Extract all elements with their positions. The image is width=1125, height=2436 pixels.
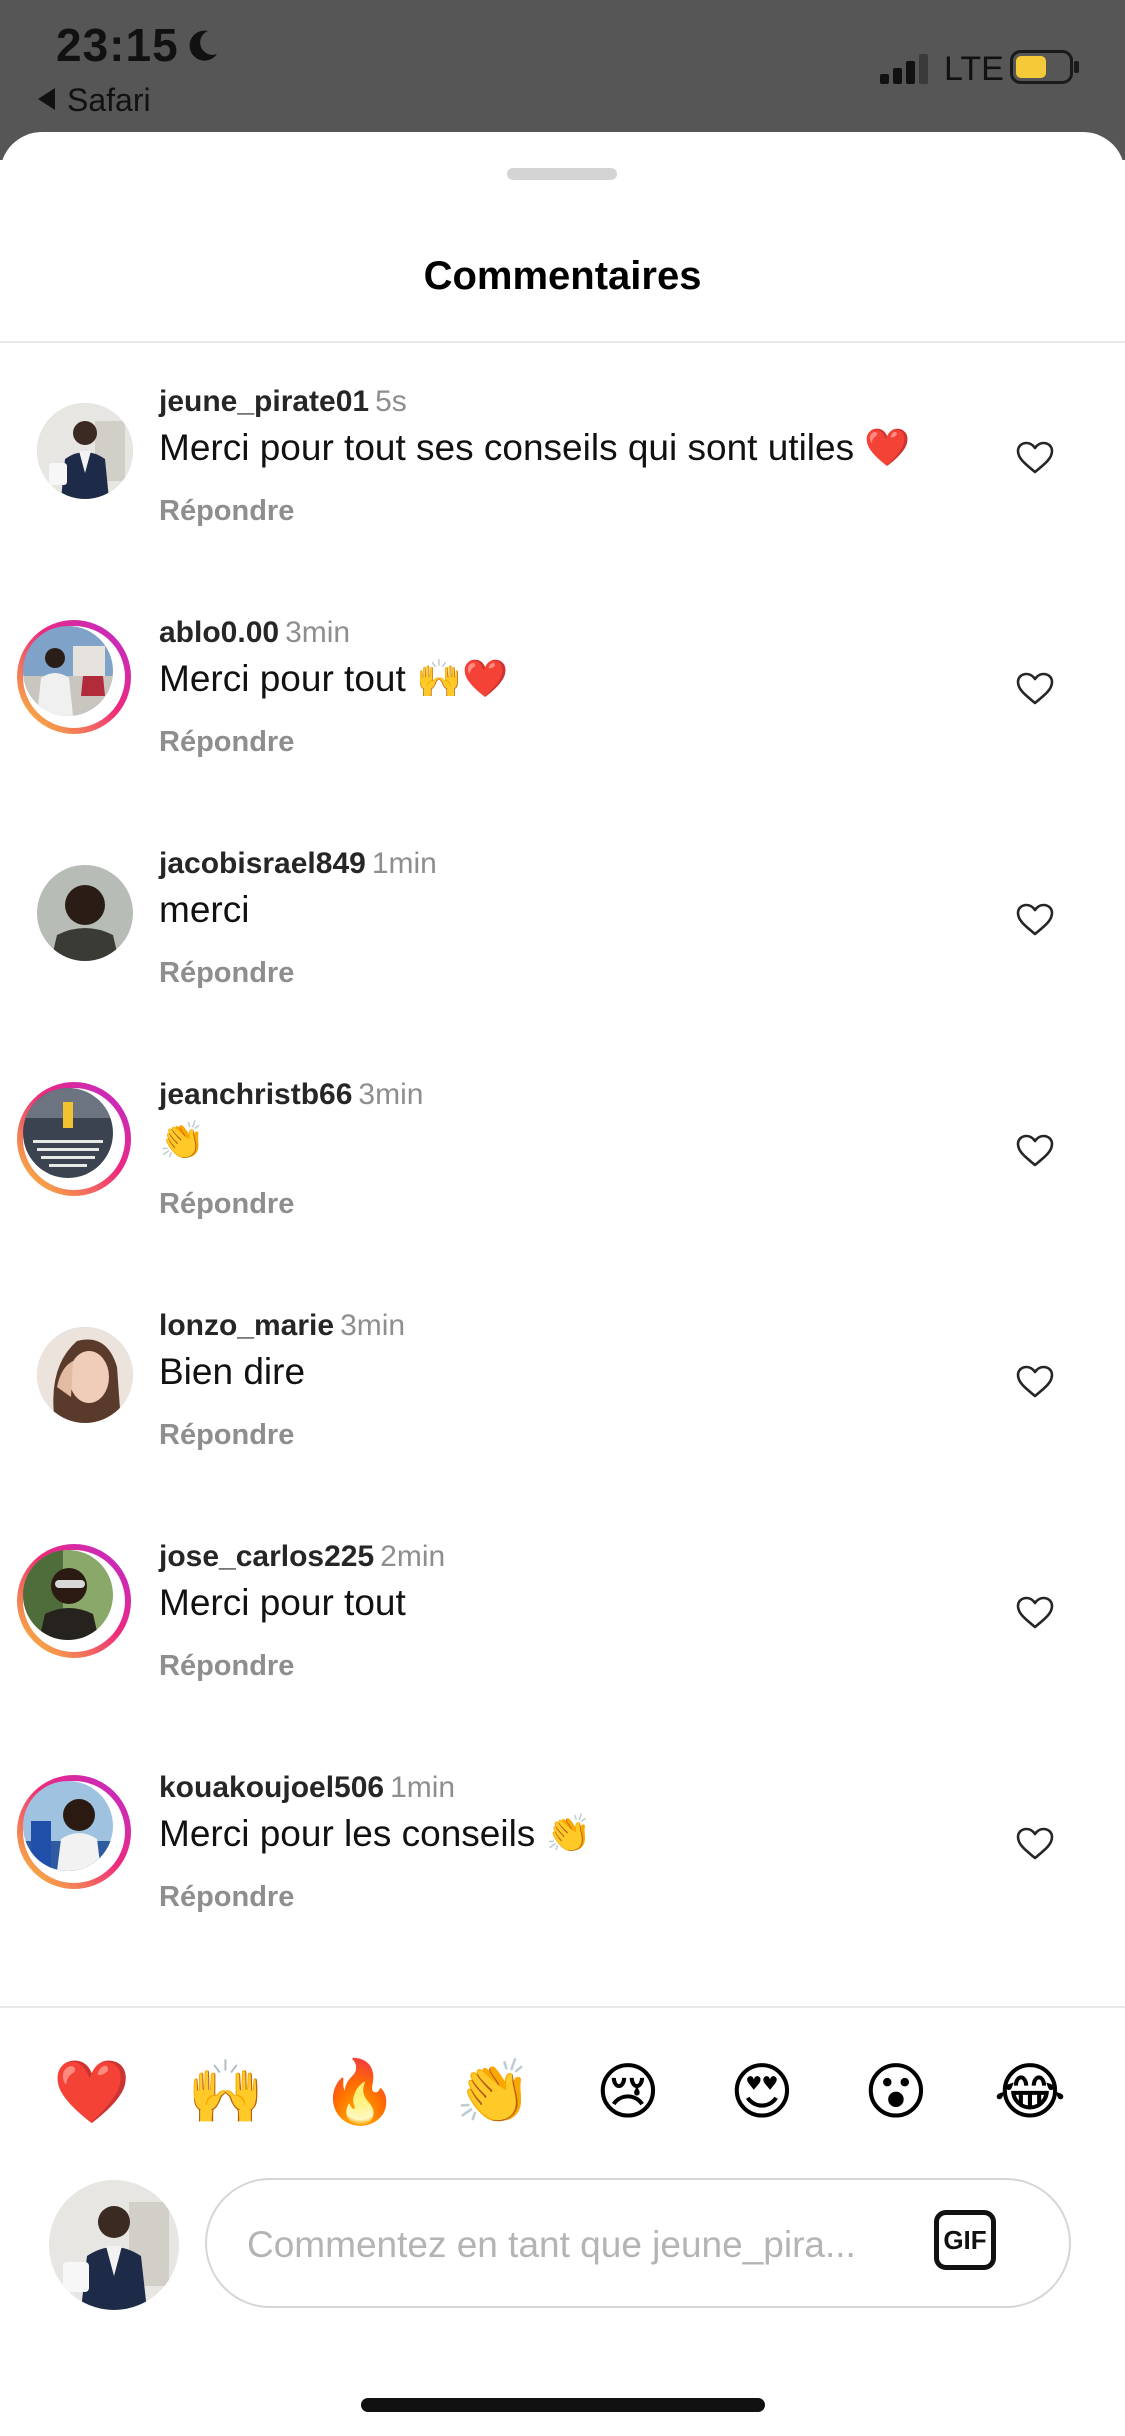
comment-item: jeanchristb66 3min 👏 Répondre (0, 1078, 1125, 1309)
avatar-photo (23, 626, 113, 716)
reply-button[interactable]: Répondre (159, 957, 294, 990)
back-arrow-icon (38, 88, 55, 110)
comment-text: Merci pour tout (159, 1582, 406, 1623)
comment-meta: jeanchristb66 3min (159, 1078, 423, 1112)
comment-meta: jacobisrael849 1min (159, 847, 437, 881)
avatar-photo (37, 865, 133, 961)
comment-username[interactable]: jose_carlos225 (159, 1540, 374, 1573)
moon-icon (189, 30, 217, 61)
comment-meta: ablo0.00 3min (159, 616, 350, 650)
avatar[interactable] (37, 403, 133, 499)
comment-input[interactable] (245, 2214, 929, 2276)
reaction-raised-hands[interactable]: 🙌 (186, 2052, 266, 2132)
signal-icon (880, 54, 928, 84)
avatar-photo (49, 2180, 179, 2310)
battery-icon (1010, 50, 1079, 84)
reaction-surprised[interactable]: 😮 (856, 2052, 936, 2132)
avatar-photo (23, 1781, 113, 1871)
comment-item: jose_carlos225 2min Merci pour tout Répon… (0, 1540, 1125, 1771)
avatar-story-ring[interactable] (17, 1082, 131, 1196)
heart-icon[interactable] (1016, 441, 1054, 475)
sheet-title: Commentaires (423, 254, 702, 298)
comment-username[interactable]: kouakoujoel506 (159, 1771, 384, 1804)
comment-age: 1min (390, 1771, 456, 1804)
back-to-app-button[interactable]: Safari (38, 82, 151, 119)
comment-username[interactable]: ablo0.00 (159, 616, 279, 649)
heart-icon[interactable] (1016, 1827, 1054, 1861)
comment-age: 1min (371, 847, 437, 880)
back-app-label: Safari (67, 82, 151, 118)
reply-button[interactable]: Répondre (159, 495, 294, 528)
comment-meta: jose_carlos225 2min (159, 1540, 445, 1574)
comment-item: lonzo_marie 3min Bien dire Répondre (0, 1309, 1125, 1540)
comment-item: ablo0.00 3min Merci pour tout 🙌❤️ Répondr… (0, 616, 1125, 847)
avatar-story-ring[interactable] (17, 1544, 131, 1658)
home-indicator[interactable] (361, 2398, 765, 2412)
reaction-fire[interactable]: 🔥 (320, 2052, 400, 2132)
reaction-heart[interactable]: ❤️ (52, 2052, 132, 2132)
comment-age: 5s (375, 385, 407, 418)
comment-age: 3min (340, 1309, 406, 1342)
avatar-photo (23, 1088, 113, 1178)
quick-reactions-bar: ❤️ 🙌 🔥 👏 😢 😍 😮 😂 (0, 2052, 1125, 2132)
heart-icon[interactable] (1016, 672, 1054, 706)
comment-age: 3min (358, 1078, 424, 1111)
avatar-photo (37, 403, 133, 499)
avatar-photo (37, 1327, 133, 1423)
comment-username[interactable]: jeune_pirate01 (159, 385, 369, 418)
avatar[interactable] (37, 865, 133, 961)
comment-item: jacobisrael849 1min merci Répondre (0, 847, 1125, 1078)
reply-button[interactable]: Répondre (159, 726, 294, 759)
avatar-story-ring[interactable] (17, 620, 131, 734)
comment-meta: kouakoujoel506 1min (159, 1771, 455, 1805)
comment-meta: lonzo_marie 3min (159, 1309, 405, 1343)
comment-text: Merci pour tout 🙌❤️ (159, 658, 509, 699)
composer-divider (0, 2006, 1125, 2008)
current-user-avatar (49, 2180, 179, 2310)
comment-username[interactable]: jeanchristb66 (159, 1078, 352, 1111)
status-time: 23:15 (56, 19, 179, 71)
reply-button[interactable]: Répondre (159, 1419, 294, 1452)
heart-icon[interactable] (1016, 903, 1054, 937)
comment-text: Merci pour les conseils 👏 (159, 1813, 592, 1854)
comment-item: kouakoujoel506 1min Merci pour les consei… (0, 1771, 1125, 2002)
avatar-photo (23, 1550, 113, 1640)
network-type: LTE (944, 50, 1004, 88)
avatar-story-ring[interactable] (17, 1775, 131, 1889)
comment-text: 👏 (159, 1120, 206, 1161)
comment-text: Bien dire (159, 1351, 306, 1392)
heart-icon[interactable] (1016, 1134, 1054, 1168)
reply-button[interactable]: Répondre (159, 1881, 294, 1914)
reply-button[interactable]: Répondre (159, 1188, 294, 1221)
comment-item: jeune_pirate01 5s Merci pour tout ses con… (0, 385, 1125, 616)
heart-icon[interactable] (1016, 1365, 1054, 1399)
reaction-crying[interactable]: 😢 (588, 2052, 668, 2132)
header-divider (0, 341, 1125, 343)
comment-username[interactable]: jacobisrael849 (159, 847, 366, 880)
comment-text: Merci pour tout ses conseils qui sont ut… (159, 427, 911, 468)
reaction-heart-eyes[interactable]: 😍 (722, 2052, 802, 2132)
gif-button[interactable]: GIF (934, 2210, 996, 2270)
sheet-grabber[interactable] (507, 168, 617, 180)
comment-meta: jeune_pirate01 5s (159, 385, 407, 419)
reaction-laughing[interactable]: 😂 (990, 2052, 1070, 2132)
comment-username[interactable]: lonzo_marie (159, 1309, 334, 1342)
comment-age: 3min (285, 616, 351, 649)
comment-composer: GIF (205, 2178, 1071, 2308)
reaction-clap[interactable]: 👏 (454, 2052, 534, 2132)
comment-age: 2min (380, 1540, 446, 1573)
heart-icon[interactable] (1016, 1596, 1054, 1630)
avatar[interactable] (37, 1327, 133, 1423)
comment-text: merci (159, 889, 250, 930)
reply-button[interactable]: Répondre (159, 1650, 294, 1683)
